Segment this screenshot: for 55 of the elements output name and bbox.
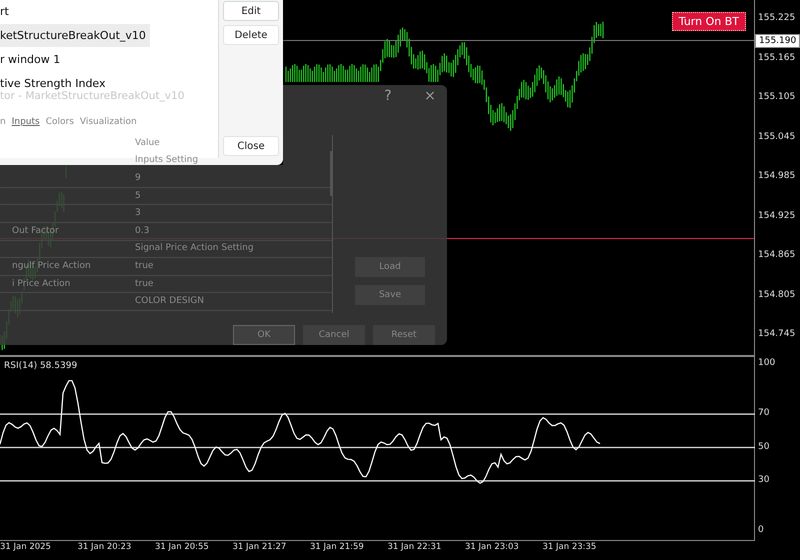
price-label: 155.165 <box>757 52 796 64</box>
rsi-level-label: 0 <box>757 525 764 536</box>
price-label: 154.805 <box>757 290 796 300</box>
column-header: Value <box>135 138 160 149</box>
dialog-tab[interactable]: n <box>0 117 6 127</box>
price-label: 154.985 <box>757 171 796 182</box>
time-label: 31 Jan 23:03 <box>465 541 520 554</box>
time-label: 31 Jan 21:27 <box>232 541 288 554</box>
time-label: 31 Jan 20:55 <box>155 541 210 554</box>
time-label: 31 Jan 21:59 <box>310 541 365 554</box>
parameter-name: i Price Action <box>11 278 70 290</box>
parameter-name: ngulf Price Action <box>11 260 91 272</box>
indicator-list-item[interactable]: rt <box>0 0 13 23</box>
parameter-name: Out Factor <box>11 226 59 237</box>
dialog-tab[interactable]: Inputs <box>12 117 40 127</box>
close-button[interactable]: × <box>421 88 439 104</box>
time-label: 31 Jan 22:31 <box>388 541 442 554</box>
dialog-button[interactable]: Delete <box>223 25 279 45</box>
dialog-tab[interactable]: Colors <box>46 117 74 127</box>
turn-on-bt-button[interactable]: Turn On BT <box>672 12 746 31</box>
side-button[interactable]: Load <box>355 257 425 277</box>
rsi-level-label: 100 <box>757 358 776 369</box>
rsi-level-label: 30 <box>757 474 770 486</box>
parameter-value[interactable]: Inputs Setting <box>135 155 198 166</box>
parameter-value[interactable]: 3 <box>135 208 141 220</box>
dialog-button[interactable]: Cancel <box>303 325 365 345</box>
help-button[interactable]: ? <box>379 88 397 104</box>
price-label: 154.865 <box>757 250 796 261</box>
dialog-tab[interactable]: Visualization <box>80 117 137 127</box>
indicator-list-item[interactable]: ketStructureBreakOut_v10 <box>0 24 150 47</box>
rsi-level-label: 50 <box>757 442 770 452</box>
price-label: 154.745 <box>757 329 796 340</box>
price-label: 155.045 <box>757 132 796 142</box>
parameter-value[interactable]: COLOR DESIGN <box>135 296 204 308</box>
price-label: 155.225 <box>757 13 796 24</box>
current-price-tag: 155.190 <box>755 34 800 48</box>
time-label: 31 Jan 20:23 <box>78 541 132 554</box>
time-label: 31 Jan 2025 <box>0 541 52 554</box>
time-label: 31 Jan 23:35 <box>542 541 598 554</box>
parameter-value[interactable]: 0.3 <box>135 226 150 237</box>
price-label: 155.105 <box>757 92 796 103</box>
parameter-value[interactable]: 9 <box>135 172 141 184</box>
rsi-level-label: 70 <box>757 408 770 420</box>
side-button[interactable]: Save <box>355 285 425 305</box>
price-label: 154.925 <box>757 210 796 222</box>
indicator-label: RSI(14) 58.5399 <box>4 361 78 371</box>
parameter-value[interactable]: 5 <box>135 190 141 202</box>
dialog-button[interactable]: Edit <box>223 1 279 21</box>
dialog-button[interactable]: Reset <box>373 325 435 345</box>
dialog-button[interactable]: OK <box>233 325 295 345</box>
parameter-value[interactable]: Signal Price Action Setting <box>135 243 254 254</box>
dialog-button[interactable]: Close <box>223 136 279 156</box>
indicator-list-item[interactable]: r window 1 <box>0 48 64 71</box>
parameter-value[interactable]: true <box>135 260 154 272</box>
parameter-value[interactable]: true <box>135 278 154 290</box>
